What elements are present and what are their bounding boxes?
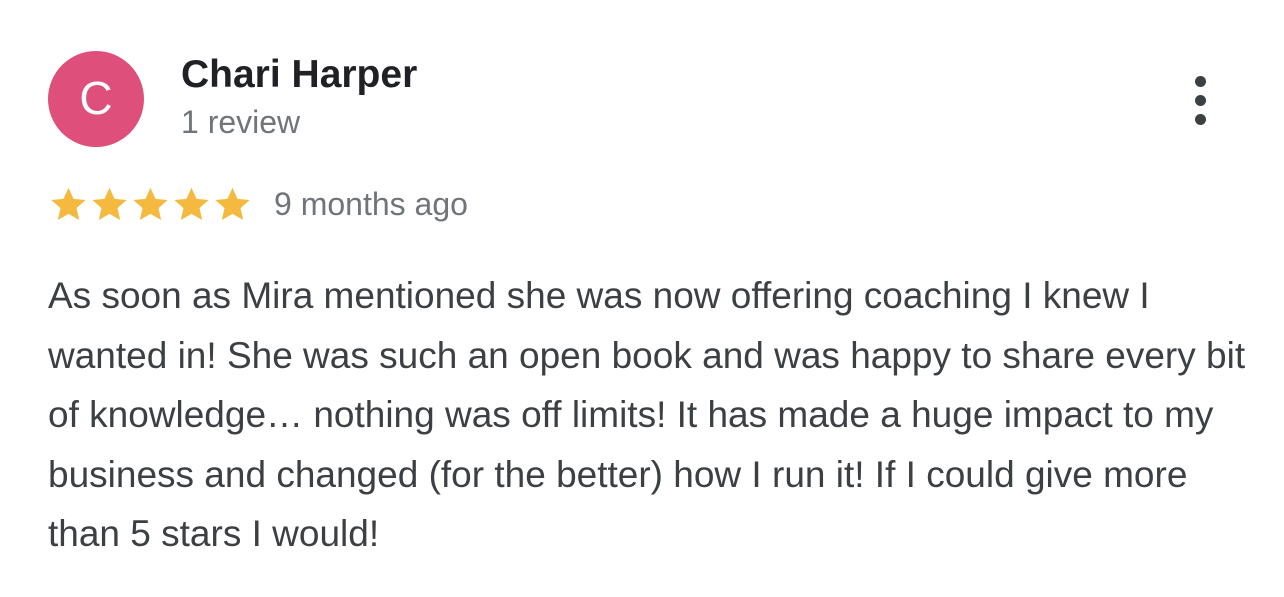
rating-row: 9 months ago: [48, 180, 468, 228]
star-icon: [92, 187, 127, 220]
more-options-button[interactable]: [1176, 64, 1224, 136]
avatar[interactable]: C: [48, 51, 144, 147]
star-icon: [51, 187, 86, 220]
more-vert-icon-dot: [1194, 113, 1206, 125]
more-vert-icon-dot: [1194, 75, 1206, 87]
star-icon: [133, 187, 168, 220]
review-card: C Chari Harper 1 review 9 months ago As …: [0, 0, 1284, 597]
reviewer-name[interactable]: Chari Harper: [181, 53, 417, 97]
star-icon: [215, 187, 250, 220]
star-rating: [48, 184, 253, 225]
review-text: As soon as Mira mentioned she was now of…: [48, 275, 1246, 554]
more-vert-icon: [1194, 75, 1206, 125]
star-icon: [174, 187, 209, 220]
reviewer-review-count[interactable]: 1 review: [181, 103, 300, 141]
avatar-initial: C: [79, 72, 113, 124]
review-date: 9 months ago: [274, 186, 468, 222]
more-vert-icon-dot: [1194, 94, 1206, 106]
